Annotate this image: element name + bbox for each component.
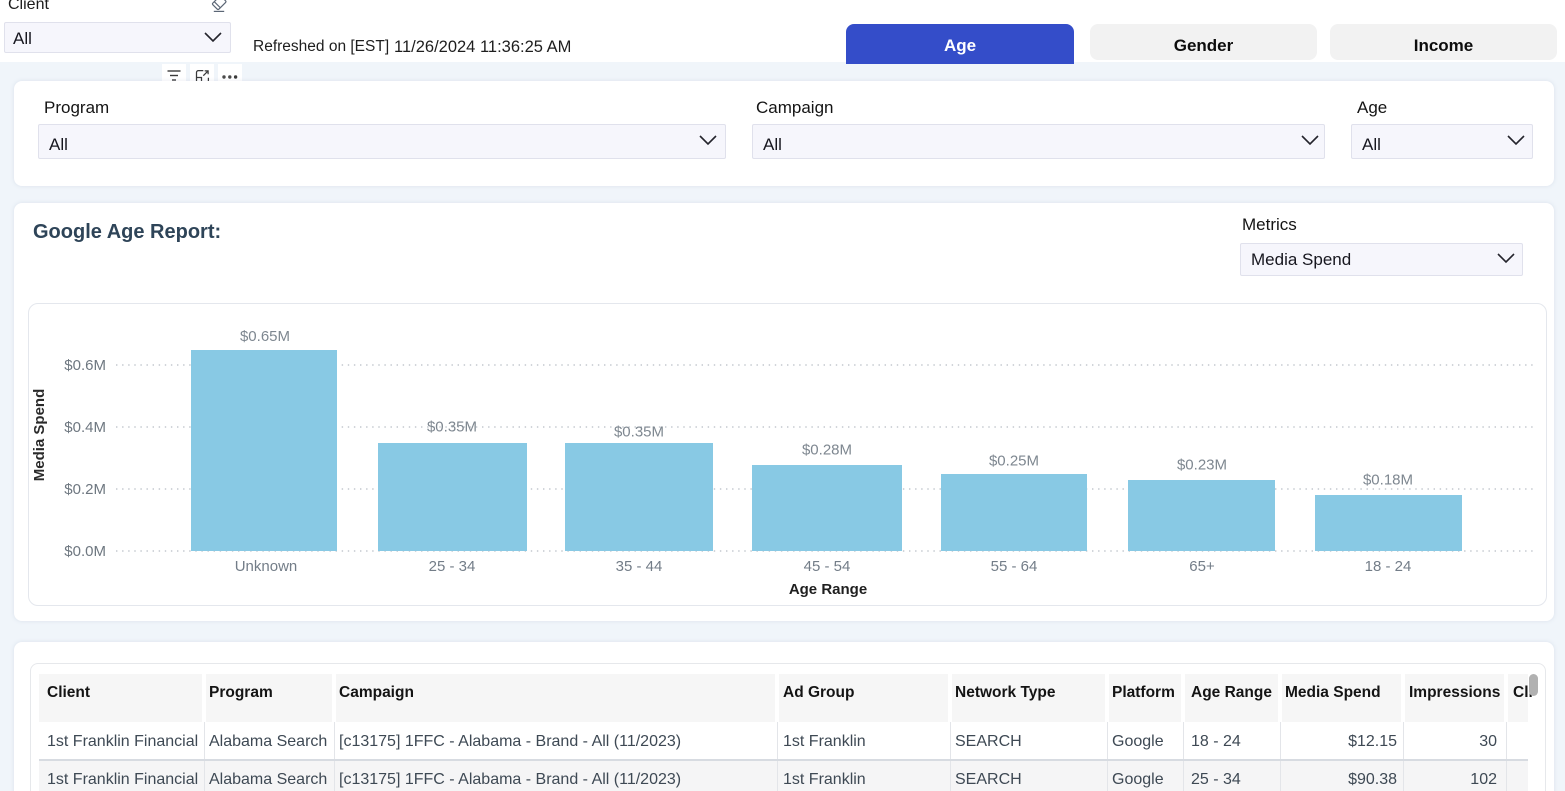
svg-text:55 - 64: 55 - 64 bbox=[991, 558, 1038, 575]
svg-text:$0.0M: $0.0M bbox=[64, 543, 106, 560]
svg-text:$0.4M: $0.4M bbox=[64, 419, 106, 436]
svg-text:18 - 24: 18 - 24 bbox=[1365, 558, 1412, 575]
svg-text:$0.18M: $0.18M bbox=[1363, 472, 1413, 489]
svg-text:65+: 65+ bbox=[1189, 558, 1215, 575]
svg-text:Unknown: Unknown bbox=[235, 558, 298, 575]
svg-text:Age Range: Age Range bbox=[789, 581, 867, 598]
svg-text:$0.65M: $0.65M bbox=[240, 328, 290, 345]
svg-text:$0.6M: $0.6M bbox=[64, 357, 106, 374]
svg-text:$0.2M: $0.2M bbox=[64, 481, 106, 498]
svg-text:$0.25M: $0.25M bbox=[989, 453, 1039, 470]
svg-text:$0.35M: $0.35M bbox=[427, 419, 477, 436]
svg-text:45 - 54: 45 - 54 bbox=[804, 558, 851, 575]
svg-text:35 - 44: 35 - 44 bbox=[616, 558, 663, 575]
svg-text:$0.28M: $0.28M bbox=[802, 442, 852, 459]
svg-text:Media Spend: Media Spend bbox=[31, 389, 48, 482]
svg-text:$0.23M: $0.23M bbox=[1177, 457, 1227, 474]
svg-text:$0.35M: $0.35M bbox=[614, 424, 664, 441]
svg-text:25 - 34: 25 - 34 bbox=[429, 558, 476, 575]
